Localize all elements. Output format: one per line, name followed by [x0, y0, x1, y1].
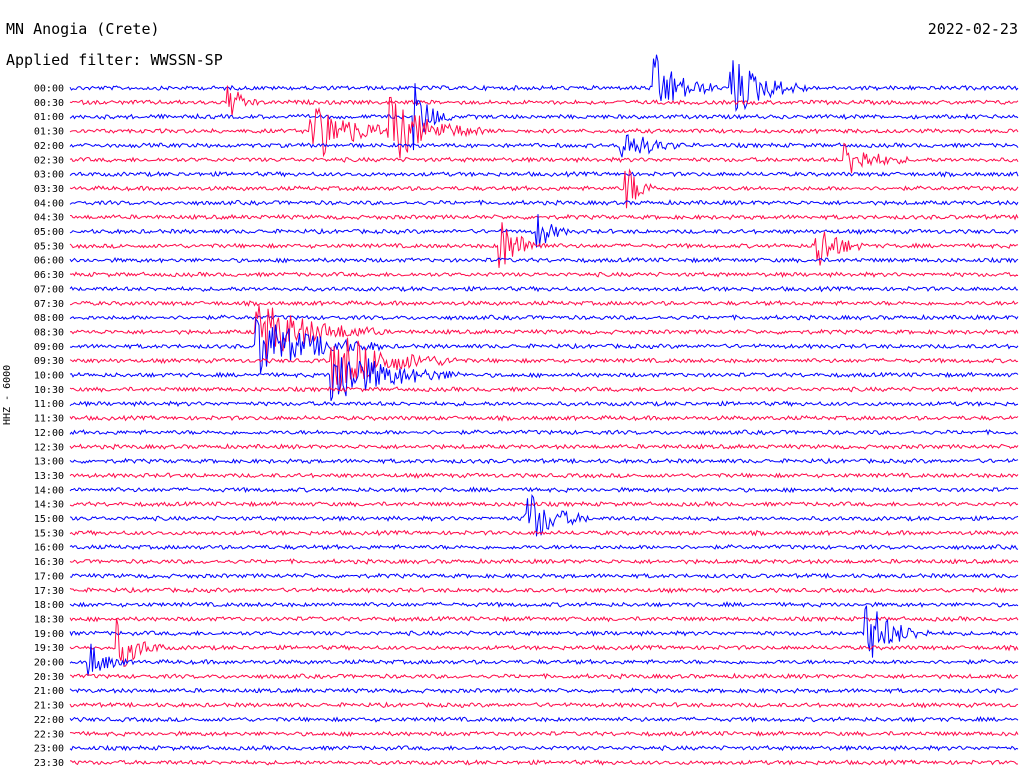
- trace-line: [69, 170, 1019, 178]
- trace-line: [69, 572, 1019, 580]
- row-time-label: 03:30: [34, 184, 64, 195]
- trace-line: [69, 142, 1019, 174]
- row-time-label: 07:00: [34, 284, 64, 295]
- row-time-label: 17:30: [34, 586, 64, 597]
- row-time-label: 00:30: [34, 98, 64, 109]
- trace-line: [69, 318, 1019, 374]
- trace-line: [69, 429, 1019, 436]
- trace-line: [69, 213, 1019, 221]
- row-time-label: 05:00: [34, 227, 64, 238]
- trace-line: [69, 400, 1019, 408]
- row-time-label: 13:30: [34, 471, 64, 482]
- row-time-label: 10:00: [34, 371, 64, 382]
- row-time-label: 00:00: [34, 84, 64, 95]
- trace-line: [69, 529, 1019, 537]
- trace-line: [69, 83, 1019, 151]
- trace-line: [69, 601, 1019, 608]
- row-time-label: 02:00: [34, 141, 64, 152]
- row-time-label: 14:30: [34, 500, 64, 511]
- trace-line: [69, 472, 1019, 479]
- row-time-label: 23:00: [34, 744, 64, 755]
- row-time-label: 19:30: [34, 643, 64, 654]
- row-time-label: 10:30: [34, 385, 64, 396]
- trace-line: [69, 199, 1019, 207]
- row-time-label: 15:30: [34, 528, 64, 539]
- row-time-label: 06:00: [34, 256, 64, 267]
- row-time-label: 02:30: [34, 155, 64, 166]
- row-time-label: 23:30: [34, 758, 64, 769]
- seismogram-plot: 00:00 00:30 01:00 01:30 02:00 02:30 03:00 03:30…: [34, 54, 1019, 769]
- trace-line: [69, 543, 1019, 551]
- row-time-label: 16:30: [34, 557, 64, 568]
- trace-line: [69, 313, 1019, 321]
- row-time-label: 01:30: [34, 127, 64, 138]
- trace-line: [69, 643, 1019, 676]
- trace-line: [69, 759, 1018, 766]
- row-time-label: 16:00: [34, 543, 64, 554]
- row-time-label: 20:30: [34, 672, 64, 683]
- row-time-label: 04:00: [34, 198, 64, 209]
- trace-line: [69, 486, 1019, 494]
- row-time-label: 20:00: [34, 658, 64, 669]
- row-time-label: 11:30: [34, 414, 64, 425]
- row-time-label: 18:00: [34, 600, 64, 611]
- row-time-label: 21:30: [34, 701, 64, 712]
- row-time-label: 08:00: [34, 313, 64, 324]
- trace-line: [69, 586, 1019, 594]
- trace-line: [69, 672, 1019, 680]
- trace-line: [69, 299, 1019, 307]
- trace-line: [69, 687, 1019, 694]
- trace-line: [69, 214, 1019, 248]
- trace-line: [69, 134, 1019, 158]
- trace-line: [69, 285, 1019, 293]
- trace-line: [69, 96, 1019, 159]
- trace-line: [69, 305, 1019, 360]
- trace-line: [69, 271, 1019, 279]
- row-time-label: 11:00: [34, 399, 64, 410]
- row-time-label: 15:00: [34, 514, 64, 525]
- row-time-label: 08:30: [34, 327, 64, 338]
- row-time-label: 09:30: [34, 356, 64, 367]
- trace-line: [69, 701, 1019, 709]
- row-time-label: 14:00: [34, 485, 64, 496]
- trace-line: [69, 457, 1019, 465]
- row-time-label: 22:30: [34, 729, 64, 740]
- trace-line: [69, 256, 1019, 264]
- row-time-label: 09:00: [34, 342, 64, 353]
- trace-line: [69, 85, 1019, 116]
- row-time-label: 17:00: [34, 571, 64, 582]
- trace-line: [69, 386, 1019, 393]
- row-time-label: 12:30: [34, 442, 64, 453]
- trace-line: [69, 414, 1019, 422]
- row-time-label: 18:30: [34, 614, 64, 625]
- row-time-label: 06:30: [34, 270, 64, 281]
- row-time-label: 19:00: [34, 629, 64, 640]
- row-time-label: 03:00: [34, 170, 64, 181]
- row-time-label: 01:00: [34, 112, 64, 123]
- trace-line: [70, 730, 1019, 738]
- trace-line: [69, 500, 1019, 508]
- trace-line: [69, 493, 1019, 537]
- trace-line: [69, 443, 1019, 450]
- trace-line: [69, 715, 1019, 723]
- row-time-label: 22:00: [34, 715, 64, 726]
- row-time-label: 13:00: [34, 457, 64, 468]
- trace-line: [69, 222, 1019, 268]
- row-time-label: 05:30: [34, 241, 64, 252]
- row-time-label: 12:00: [34, 428, 64, 439]
- trace-line: [69, 744, 1019, 752]
- trace-line: [69, 357, 1019, 401]
- row-time-label: 04:30: [34, 213, 64, 224]
- helicorder-chart: MN Anogia (Crete) 2022-02-23 Applied fil…: [0, 0, 1024, 780]
- row-time-label: 21:00: [34, 686, 64, 697]
- trace-line: [69, 557, 1019, 565]
- row-time-label: 07:30: [34, 299, 64, 310]
